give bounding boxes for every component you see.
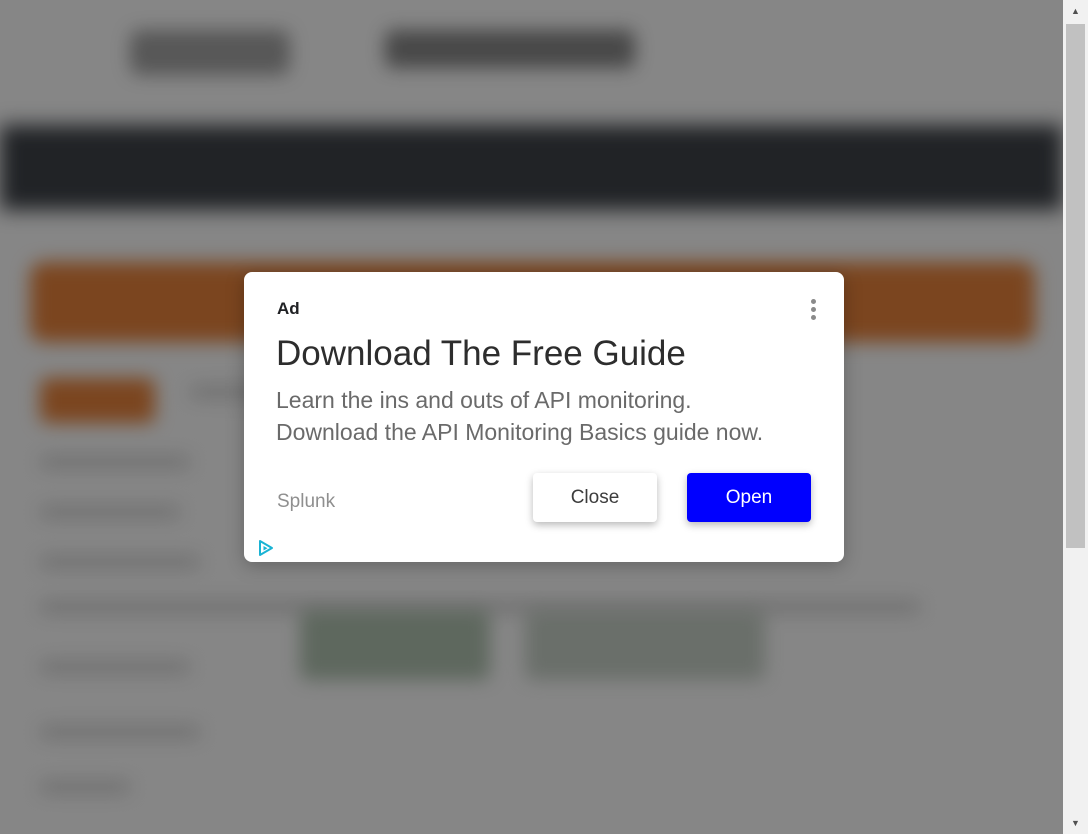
ad-body[interactable]: Learn the ins and outs of API monitoring…: [276, 384, 826, 448]
open-button[interactable]: Open: [687, 473, 811, 522]
scrollbar-thumb[interactable]: [1066, 24, 1085, 548]
ad-label: Ad: [277, 299, 300, 318]
ad-body-line: Download the API Monitoring Basics guide…: [276, 419, 764, 445]
ad-dialog: Ad Download The Free Guide Learn the ins…: [244, 272, 844, 562]
adchoices-icon[interactable]: [256, 538, 276, 558]
more-vert-icon[interactable]: [803, 294, 823, 324]
ad-headline[interactable]: Download The Free Guide: [276, 334, 686, 374]
close-button[interactable]: Close: [533, 473, 657, 522]
ad-body-line: Learn the ins and outs of API monitoring…: [276, 387, 692, 413]
scroll-up-arrow-icon[interactable]: ▲: [1063, 0, 1088, 22]
scroll-down-arrow-icon[interactable]: ▼: [1063, 812, 1088, 834]
advertiser-name[interactable]: Splunk: [277, 491, 335, 513]
vertical-scrollbar[interactable]: ▲ ▼: [1063, 0, 1088, 834]
